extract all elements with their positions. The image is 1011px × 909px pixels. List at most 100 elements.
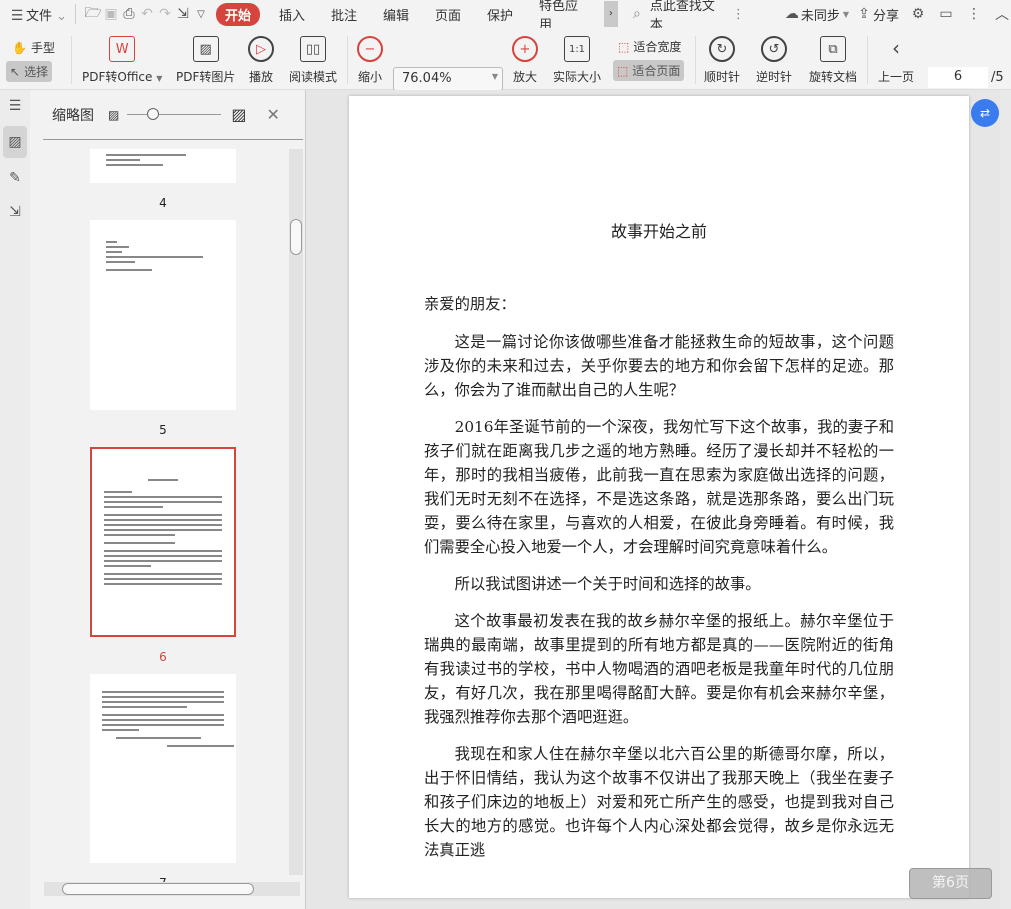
- chevron-down-icon: ▼: [156, 74, 163, 83]
- previous-page-button[interactable]: ‹ 上一页: [878, 36, 914, 85]
- more-dropdown-icon[interactable]: ▽: [192, 9, 210, 20]
- tab-protect[interactable]: 保护: [474, 5, 526, 24]
- fit-page-icon: ⬚: [617, 63, 629, 78]
- export-icon[interactable]: ⇲: [174, 6, 192, 22]
- undo-icon[interactable]: ↶: [138, 6, 156, 22]
- divider: [75, 4, 77, 24]
- zoom-in-button[interactable]: + 放大: [512, 36, 538, 85]
- actual-size-icon: 1:1: [564, 36, 590, 62]
- chevron-down-icon: ⌄: [56, 8, 68, 24]
- reading-mode-button[interactable]: ▯▯ 阅读模式: [289, 36, 337, 85]
- paragraph: 这是一篇讨论你该做哪些准备才能拯救生命的短故事，这个问题涉及你的未来和过去，关乎…: [424, 333, 894, 399]
- document-page: 故事开始之前 亲爱的朋友： 这是一篇讨论你该做哪些准备才能拯救生命的短故事，这个…: [349, 96, 969, 898]
- thumbnail-page-5[interactable]: [90, 220, 236, 410]
- page-number-input[interactable]: 6: [928, 67, 988, 88]
- pdf-to-image-label: PDF转图片: [176, 70, 236, 84]
- play-label: 播放: [248, 70, 273, 84]
- thumbnail-page-4[interactable]: [90, 149, 236, 183]
- sync-status[interactable]: 未同步: [801, 5, 840, 24]
- rotate-counterclockwise-button[interactable]: ↺ 逆时针: [756, 36, 792, 85]
- thumbnail-horizontal-scrollbar[interactable]: [44, 882, 300, 896]
- thumbnail-label-selected: 6: [159, 650, 167, 664]
- save-icon[interactable]: ▣: [102, 6, 120, 22]
- close-icon[interactable]: ✕: [266, 105, 279, 124]
- rotate-counterclockwise-icon: ↺: [761, 36, 787, 62]
- thumbnail-header: 缩略图 ▨ ▨ ✕: [43, 90, 303, 140]
- actual-size-button[interactable]: 1:1 实际大小: [553, 36, 601, 85]
- feedback-icon[interactable]: ▭: [937, 6, 955, 22]
- image-icon: ▨: [192, 36, 219, 62]
- document-body: 亲爱的朋友： 这是一篇讨论你该做哪些准备才能拯救生命的短故事，这个问题涉及你的未…: [424, 292, 894, 875]
- hand-label: 手型: [30, 41, 55, 55]
- print-icon[interactable]: ⎙: [120, 6, 138, 22]
- select-tool-button[interactable]: ↖ 选择: [6, 61, 53, 82]
- gear-icon[interactable]: ⚙: [909, 6, 927, 22]
- divider: [347, 36, 348, 84]
- hand-icon: ✋: [12, 40, 27, 55]
- share-button[interactable]: 分享: [873, 5, 899, 24]
- convert-float-button[interactable]: ⇄: [971, 99, 999, 127]
- thumbnail-title: 缩略图: [52, 107, 94, 124]
- redo-icon[interactable]: ↷: [156, 6, 174, 22]
- fit-width-label: 适合宽度: [633, 40, 682, 54]
- open-folder-icon[interactable]: 🗁: [84, 2, 102, 26]
- paragraph: 我现在和家人住在赫尔辛堡以北六百公里的斯德哥尔摩，所以，出于怀旧情结，我认为这个…: [424, 745, 894, 859]
- divider: [695, 36, 696, 84]
- convert-icon[interactable]: ⇲: [3, 198, 27, 226]
- outline-icon[interactable]: ☰: [3, 92, 27, 120]
- thumbnail-icon[interactable]: ▨: [3, 126, 27, 158]
- search-icon: ⌕: [632, 6, 641, 22]
- divider: [71, 36, 72, 84]
- small-image-icon[interactable]: ▨: [108, 108, 119, 122]
- fit-width-button[interactable]: ⬚ 适合宽度: [614, 36, 685, 57]
- play-button[interactable]: ▷ 播放: [248, 36, 274, 85]
- book-icon: ▯▯: [300, 36, 326, 62]
- scrollbar-thumb[interactable]: [62, 883, 254, 895]
- rotate-clockwise-button[interactable]: ↻ 顺时针: [704, 36, 740, 85]
- pdf-to-office-icon: W: [109, 36, 136, 62]
- rotate-document-button[interactable]: ⧉ 旋转文档: [809, 36, 857, 85]
- thumbnail-label: 4: [159, 196, 167, 210]
- clockwise-label: 顺时针: [704, 70, 741, 84]
- tabs-scroll-right[interactable]: ›: [603, 1, 618, 27]
- tab-edit[interactable]: 编辑: [370, 5, 422, 24]
- cursor-icon: ↖: [10, 64, 21, 79]
- tab-start[interactable]: 开始: [215, 2, 260, 26]
- file-menu[interactable]: ☰ 文件 ⌄: [0, 5, 75, 24]
- chevron-down-icon[interactable]: ▼: [843, 10, 849, 19]
- ribbon-toolbar: ✋ 手型 ↖ 选择 W PDF转Office ▼ ▨ PDF转图片 ▷ 播放 ▯▯ 阅读模式…: [0, 28, 1011, 91]
- zoom-out-label: 缩小: [357, 70, 382, 84]
- zoom-out-button[interactable]: − 缩小: [357, 36, 383, 85]
- fit-page-label: 适合页面: [632, 64, 681, 78]
- thumbnail-vertical-scrollbar[interactable]: [289, 149, 303, 875]
- zoom-in-label: 放大: [512, 70, 537, 84]
- zoom-level-select[interactable]: 76.04% ▼: [393, 67, 503, 91]
- zoom-in-icon: +: [512, 36, 538, 62]
- play-icon: ▷: [248, 36, 274, 62]
- more-icon[interactable]: ⋮: [965, 6, 983, 22]
- thumbnail-page-7[interactable]: [90, 674, 236, 863]
- chevron-left-icon: ‹: [892, 36, 900, 60]
- thumbnail-page-6-selected[interactable]: [90, 447, 236, 637]
- pdf-to-office-button[interactable]: W PDF转Office ▼: [82, 36, 162, 85]
- fit-page-button[interactable]: ⬚ 适合页面: [613, 60, 685, 81]
- side-rail: ☰ ▨ ✎ ⇲: [0, 90, 30, 909]
- thumbnail-panel: 缩略图 ▨ ▨ ✕ 4 5 6 7: [30, 90, 305, 909]
- thumbnail-size-slider[interactable]: [127, 107, 222, 122]
- pdf-to-image-button[interactable]: ▨ PDF转图片: [176, 36, 235, 85]
- search-options-icon[interactable]: ⋮: [732, 7, 745, 22]
- slider-handle[interactable]: [147, 107, 160, 120]
- cloud-sync-icon: ☁: [784, 6, 799, 22]
- pdf-to-office-label: PDF转Office: [82, 70, 153, 84]
- collapse-ribbon-icon[interactable]: ︿: [993, 4, 1011, 24]
- tab-annotate[interactable]: 批注: [318, 5, 370, 24]
- tab-insert[interactable]: 插入: [266, 5, 318, 24]
- file-menu-label: 文件: [26, 8, 53, 24]
- annotation-pen-icon[interactable]: ✎: [3, 164, 27, 192]
- document-scrollbar[interactable]: [1000, 90, 1011, 909]
- large-image-icon[interactable]: ▨: [231, 105, 246, 124]
- tab-page[interactable]: 页面: [422, 5, 474, 24]
- hand-tool-button[interactable]: ✋ 手型: [8, 37, 59, 58]
- chevron-down-icon: ▼: [491, 72, 498, 81]
- scrollbar-thumb[interactable]: [290, 219, 302, 255]
